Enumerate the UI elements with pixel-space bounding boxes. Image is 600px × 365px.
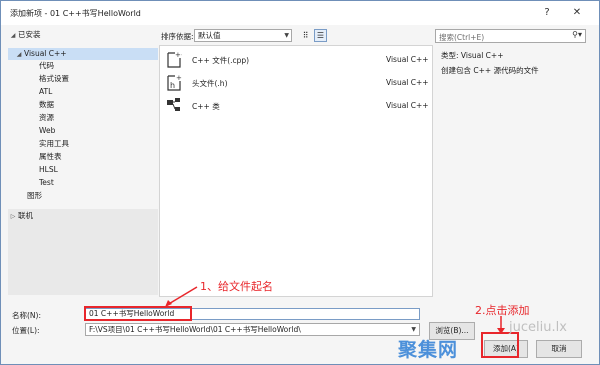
help-button[interactable]: ? bbox=[539, 5, 555, 21]
sort-value: 默认值 bbox=[198, 31, 221, 40]
add-highlight-box bbox=[481, 332, 519, 358]
tree-item-label: 已安装 bbox=[18, 30, 41, 39]
list-view-icon[interactable]: ☰ bbox=[314, 29, 327, 42]
template-list: ++ C++ 文件(.cpp) Visual C++ h + 头文件(.h) V… bbox=[159, 45, 433, 297]
cpp-file-icon: ++ bbox=[167, 51, 182, 68]
tree-item-atl[interactable]: ATL bbox=[39, 86, 52, 98]
category-tree: ◢ 已安装 ◢ Visual C++ 代码 格式设置 ATL 数据 资源 Web 实… bbox=[8, 27, 158, 295]
tree-item-test[interactable]: Test bbox=[39, 177, 54, 189]
sort-toolbar: 排序依据: 默认值 ▼ ⠿ ☰ bbox=[161, 29, 431, 43]
class-icon bbox=[167, 98, 180, 111]
template-name: C++ 文件(.cpp) bbox=[192, 56, 250, 65]
grid-view-icon[interactable]: ⠿ bbox=[299, 29, 312, 42]
chevron-down-icon: ▼ bbox=[411, 326, 416, 333]
template-name: 头文件(.h) bbox=[192, 79, 228, 88]
details-description: 创建包含 C++ 源代码的文件 bbox=[441, 66, 539, 75]
details-pane: 类型: Visual C++ 创建包含 C++ 源代码的文件 bbox=[435, 45, 586, 297]
watermark-site: juceliu.lx bbox=[509, 320, 567, 335]
collapsed-arrow-icon[interactable]: ▷ bbox=[8, 211, 18, 223]
template-language: Visual C++ bbox=[386, 78, 429, 87]
details-type: 类型: Visual C++ bbox=[441, 51, 504, 60]
header-file-icon: h + bbox=[167, 74, 182, 91]
cancel-button[interactable]: 取消 bbox=[536, 340, 582, 358]
svg-text:+: + bbox=[176, 74, 182, 82]
add-new-item-dialog: 添加新项 - 01 C++书写HelloWorld ? ✕ ◢ 已安装 ◢ Visu… bbox=[0, 0, 600, 365]
window-title: 添加新项 - 01 C++书写HelloWorld bbox=[10, 9, 141, 18]
expand-arrow-icon[interactable]: ◢ bbox=[14, 49, 24, 61]
template-language: Visual C++ bbox=[386, 55, 429, 64]
tree-item-label: Visual C++ bbox=[24, 49, 67, 58]
svg-text:h: h bbox=[170, 81, 175, 90]
search-placeholder: 搜索(Ctrl+E) bbox=[439, 33, 485, 42]
tree-item-online[interactable]: ▷ 联机 bbox=[8, 210, 33, 222]
tree-item-web[interactable]: Web bbox=[39, 125, 55, 137]
expand-arrow-icon[interactable]: ◢ bbox=[8, 30, 18, 42]
tree-item-formatting[interactable]: 格式设置 bbox=[39, 73, 69, 85]
annotation-step1: 1、给文件起名 bbox=[200, 280, 273, 293]
title-bar: 添加新项 - 01 C++书写HelloWorld ? ✕ bbox=[1, 1, 599, 25]
template-item-cpp[interactable]: ++ C++ 文件(.cpp) Visual C++ bbox=[160, 48, 432, 70]
template-item-header[interactable]: h + 头文件(.h) Visual C++ bbox=[160, 71, 432, 93]
location-dropdown[interactable]: F:\VS项目\01 C++书写HelloWorld\01 C++书写Hello… bbox=[85, 323, 420, 336]
tree-item-graphics[interactable]: 图形 bbox=[27, 190, 42, 202]
location-label: 位置(L): bbox=[12, 326, 40, 335]
tree-item-label: 联机 bbox=[18, 211, 33, 220]
template-name: C++ 类 bbox=[192, 102, 220, 111]
tree-item-resource[interactable]: 资源 bbox=[39, 112, 54, 124]
annotation-arrow-2 bbox=[497, 316, 505, 334]
search-icon[interactable]: ⚲▾ bbox=[572, 30, 582, 39]
tree-item-utility[interactable]: 实用工具 bbox=[39, 138, 69, 150]
sort-dropdown[interactable]: 默认值 ▼ bbox=[194, 29, 292, 42]
sort-label: 排序依据: bbox=[161, 32, 194, 41]
tree-item-installed[interactable]: ◢ 已安装 bbox=[8, 29, 41, 41]
tree-item-data[interactable]: 数据 bbox=[39, 99, 54, 111]
svg-text:++: ++ bbox=[175, 51, 182, 59]
search-input[interactable]: 搜索(Ctrl+E) ⚲▾ bbox=[435, 29, 586, 43]
close-button[interactable]: ✕ bbox=[569, 5, 585, 21]
tree-item-hlsl[interactable]: HLSL bbox=[39, 164, 58, 176]
tree-item-property-sheets[interactable]: 属性表 bbox=[39, 151, 62, 163]
watermark-logo: 聚集网 bbox=[398, 339, 459, 361]
template-item-class[interactable]: C++ 类 Visual C++ bbox=[160, 94, 432, 116]
chevron-down-icon: ▼ bbox=[284, 32, 289, 39]
name-label: 名称(N): bbox=[12, 311, 41, 320]
template-language: Visual C++ bbox=[386, 101, 429, 110]
location-value: F:\VS项目\01 C++书写HelloWorld\01 C++书写Hello… bbox=[89, 325, 301, 334]
tree-item-code[interactable]: 代码 bbox=[39, 60, 54, 72]
tree-item-visual-cpp[interactable]: ◢ Visual C++ bbox=[8, 48, 158, 60]
